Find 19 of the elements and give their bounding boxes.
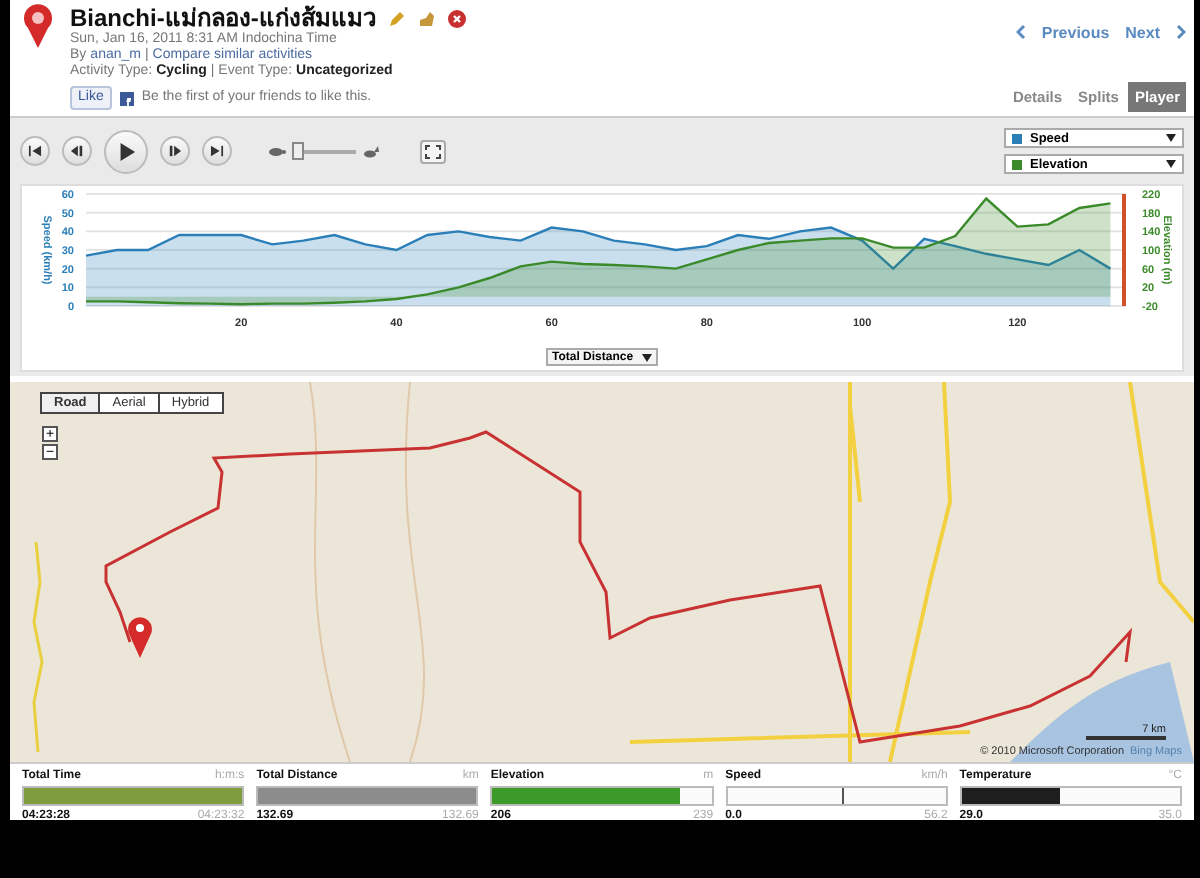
step-forward-button[interactable] bbox=[160, 136, 190, 166]
next-link[interactable]: Next bbox=[1125, 24, 1160, 42]
caret-icon bbox=[1166, 134, 1176, 142]
skip-start-button[interactable] bbox=[20, 136, 50, 166]
step-back-button[interactable] bbox=[62, 136, 92, 166]
fullscreen-button[interactable] bbox=[420, 139, 446, 163]
caret-icon bbox=[1166, 160, 1176, 168]
activity-title: Bianchi-แม่กลอง-แก่งส้มแมว bbox=[70, 4, 377, 32]
slider-thumb[interactable] bbox=[291, 142, 304, 160]
map-pin-icon bbox=[22, 4, 54, 48]
chevron-left-icon[interactable] bbox=[1015, 24, 1026, 40]
delete-icon[interactable] bbox=[448, 9, 467, 27]
play-button[interactable] bbox=[104, 129, 148, 173]
chevron-right-icon[interactable] bbox=[1176, 24, 1186, 40]
skip-end-button[interactable] bbox=[202, 136, 232, 166]
caret-icon bbox=[642, 353, 652, 361]
position-marker[interactable] bbox=[1122, 194, 1126, 306]
location-pin-icon bbox=[128, 617, 152, 658]
previous-link[interactable]: Previous bbox=[1041, 24, 1110, 42]
